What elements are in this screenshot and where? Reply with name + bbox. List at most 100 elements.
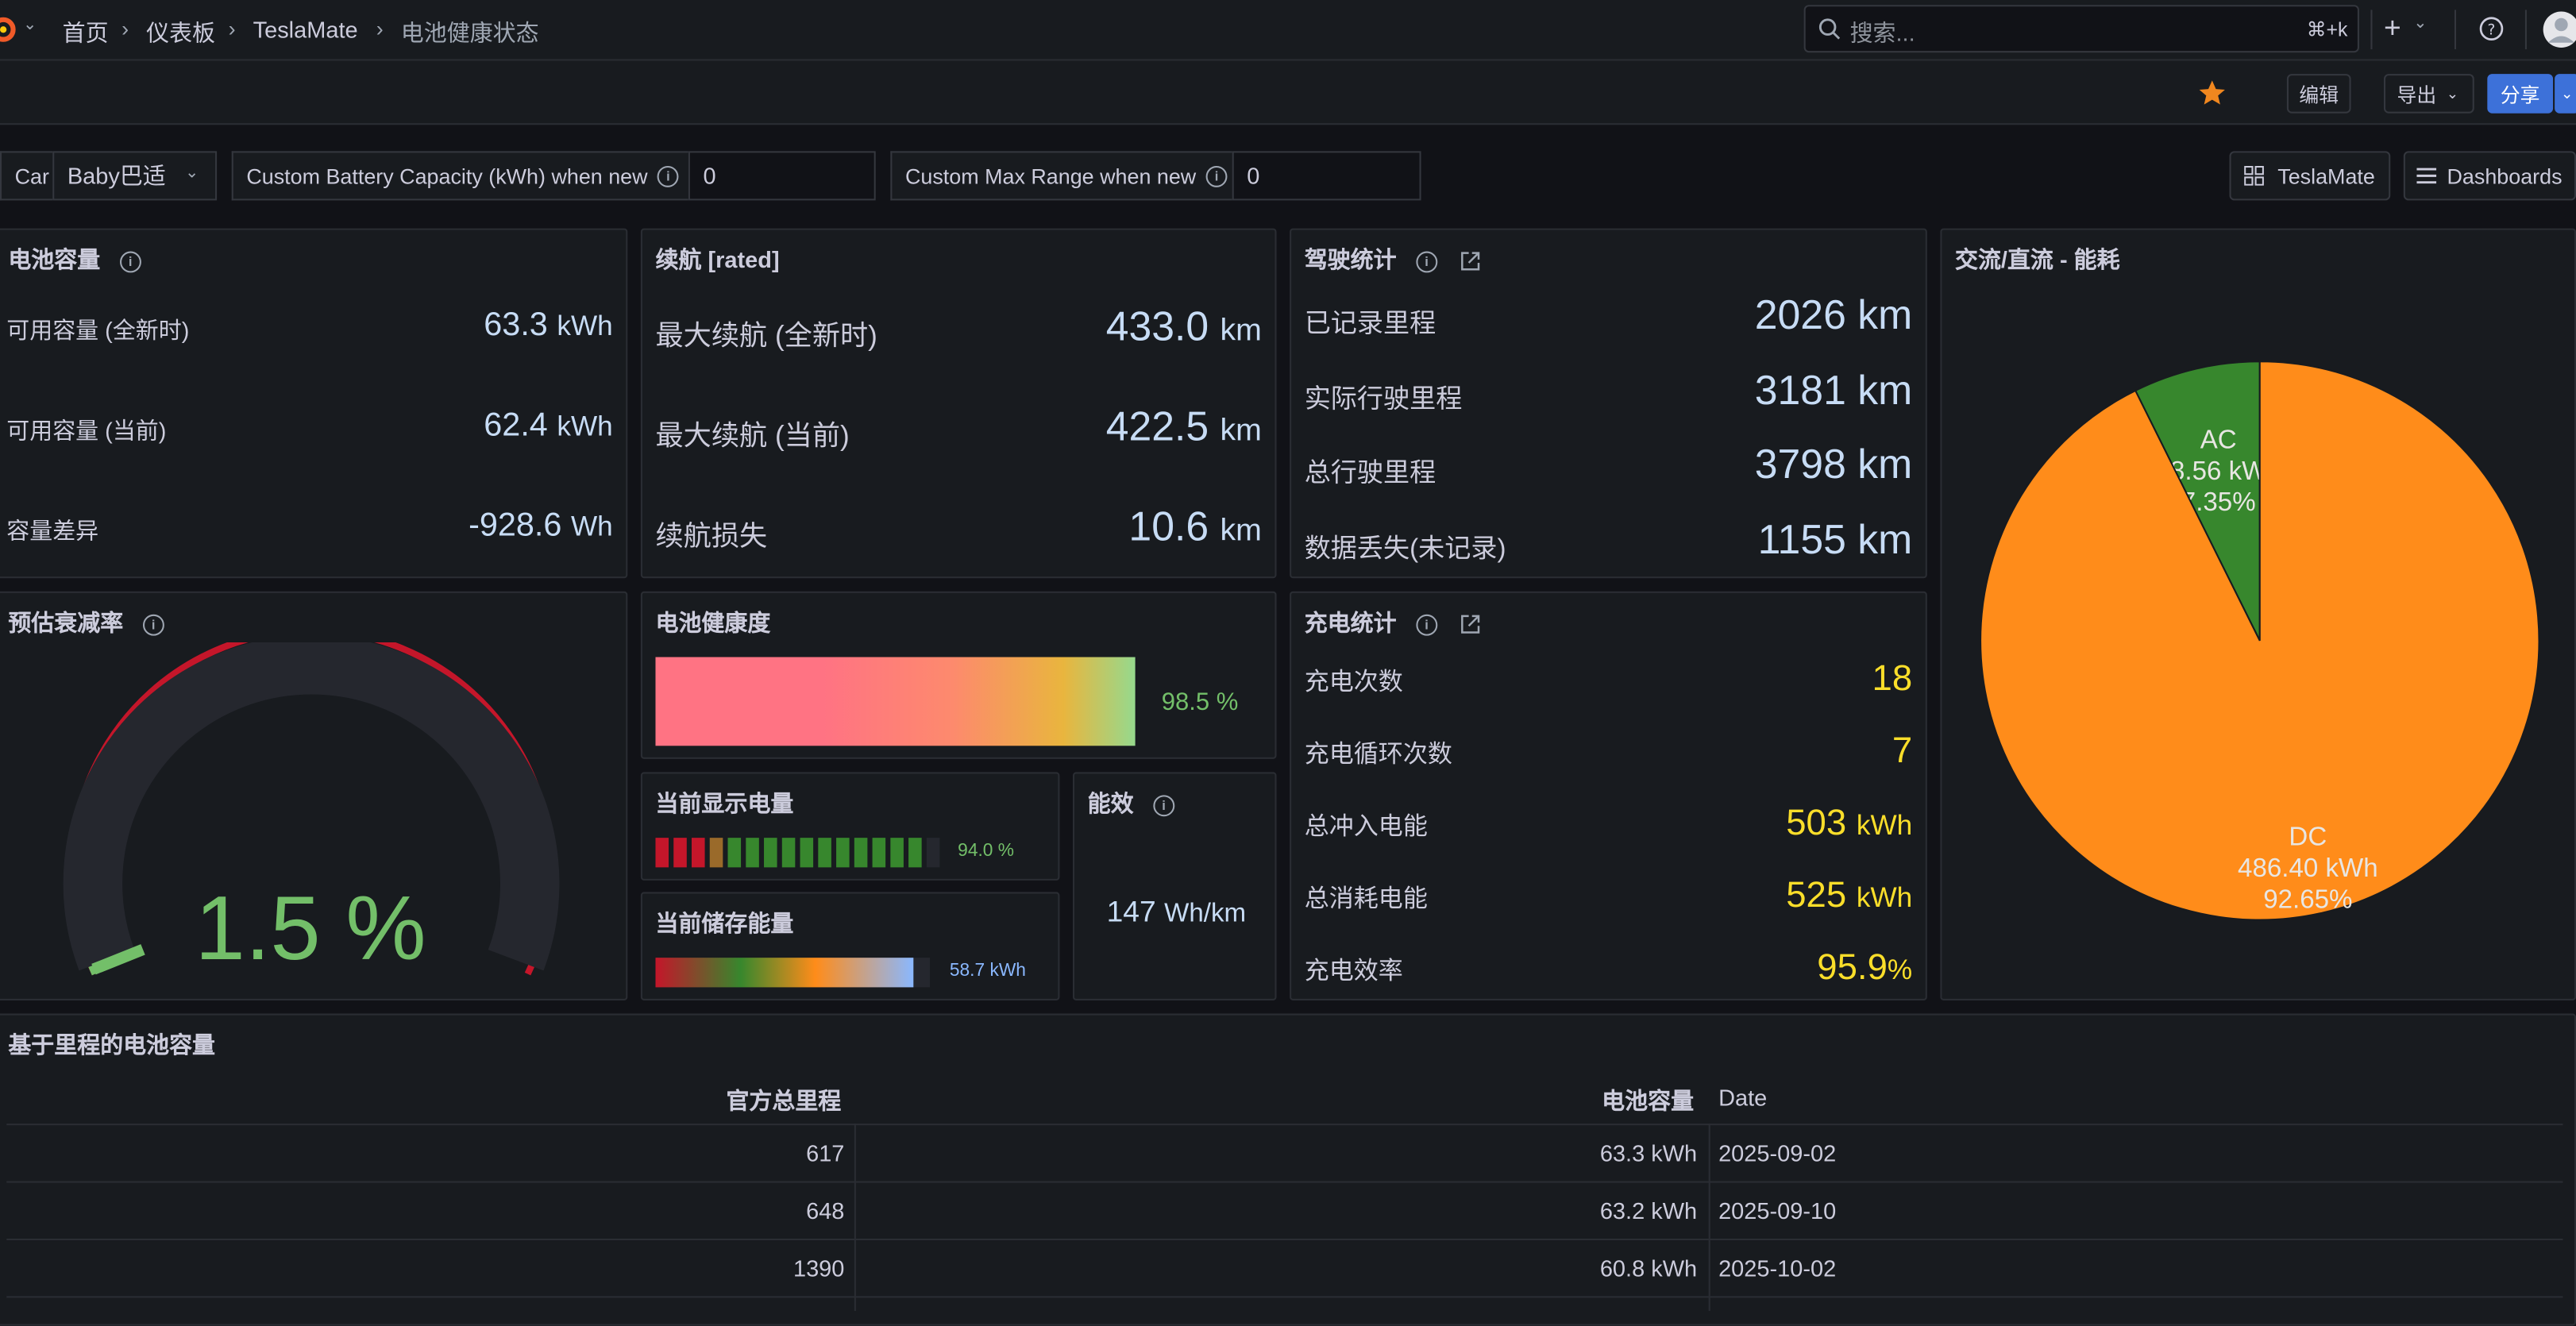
teslamate-link-button[interactable]: TeslaMate: [2229, 151, 2391, 201]
breadcrumb-folder[interactable]: TeslaMate: [253, 17, 358, 43]
driving-stats-panel: 驾驶统计 i 已记录里程 2026 km 实际行驶里程 3181 km 总行驶里…: [1290, 228, 1927, 579]
battery-health-value: 98.5 %: [1161, 688, 1239, 717]
soc-segment: [908, 838, 922, 868]
table-cell: 1390: [792, 1255, 845, 1282]
add-new-icon[interactable]: +: [2384, 11, 2401, 45]
breadcrumb-separator: ›: [376, 16, 384, 41]
breadcrumb-home[interactable]: 首页: [63, 17, 109, 49]
table-cell: 648: [806, 1197, 845, 1224]
range-label-text: Custom Max Range when new: [904, 163, 1197, 188]
external-link-icon[interactable]: [1460, 252, 1480, 272]
table-cell: 63.2 kWh: [1599, 1197, 1698, 1224]
info-icon[interactable]: i: [1153, 794, 1175, 816]
soc-segment: [781, 838, 796, 868]
panel-title: 电池健康度: [655, 609, 771, 636]
panel-title: 当前储存能量: [655, 910, 794, 937]
display-soc-panel: 当前显示电量 94.0 %: [640, 772, 1060, 881]
export-label: 导出: [2397, 83, 2437, 106]
capacity-label-text: Custom Battery Capacity (kWh) when new: [246, 163, 648, 188]
stored-energy-track: [655, 958, 930, 988]
table-row: 617 63.3 kWh 2025-09-02: [6, 1124, 2563, 1182]
chevron-down-icon: ⌄: [184, 164, 199, 183]
edit-button[interactable]: 编辑: [2286, 74, 2351, 114]
info-icon[interactable]: i: [657, 164, 679, 187]
efficiency-value: 147 Wh/km: [1106, 895, 1247, 928]
dashboard-toolbar: 编辑 导出 ⌄ 分享 ⌄: [0, 60, 2576, 125]
table-cell: 2025-09-10: [1718, 1197, 1837, 1224]
column-header-date[interactable]: Date: [1718, 1084, 1767, 1110]
search-icon: [1818, 18, 1841, 40]
soc-segment: [836, 838, 850, 868]
battery-capacity-panel: 电池容量 i 可用容量 (全新时) 63.3 kWh 可用容量 (当前) 62.…: [0, 228, 628, 579]
info-icon[interactable]: i: [1416, 614, 1438, 636]
stat-value: 95.9%: [1817, 946, 1913, 988]
dashboards-link-button[interactable]: Dashboards: [2403, 151, 2576, 201]
soc-segment: [800, 838, 814, 868]
search-shortcut: ⌘+k: [2306, 17, 2348, 41]
stat-value: 3798 km: [1754, 441, 1913, 488]
stat-value: 10.6 km: [1128, 504, 1262, 551]
stored-energy-fill: [655, 958, 914, 988]
soc-segment: [746, 838, 759, 868]
export-button[interactable]: 导出 ⌄: [2383, 74, 2474, 114]
pie-label-ac: AC: [2200, 426, 2237, 455]
info-icon[interactable]: i: [142, 614, 164, 636]
panel-title: 当前显示电量: [655, 790, 794, 817]
panel-title: 能效 i: [1088, 787, 1175, 819]
stat-label: 最大续航 (当前): [655, 420, 850, 452]
column-header-capacity[interactable]: 电池容量: [1602, 1084, 1694, 1116]
user-avatar-icon[interactable]: [2540, 8, 2576, 51]
stored-energy-panel: 当前储存能量 58.7 kWh: [640, 892, 1060, 1000]
efficiency-panel: 能效 i 147 Wh/km: [1072, 772, 1277, 1000]
panel-title: 续航 [rated]: [655, 246, 780, 273]
grafana-logo-icon[interactable]: [0, 15, 17, 44]
stat-label: 已记录里程: [1304, 310, 1436, 339]
stat-label: 可用容量 (当前): [6, 417, 167, 444]
info-icon[interactable]: i: [119, 251, 141, 273]
panel-title: 基于里程的电池容量: [8, 1031, 216, 1058]
stat-value: 2026 km: [1754, 292, 1913, 339]
column-header-mileage[interactable]: 官方总里程: [726, 1084, 841, 1116]
range-input[interactable]: 0: [1232, 151, 1421, 201]
battery-health-panel: 电池健康度 98.5 %: [640, 591, 1277, 759]
chevron-down-icon[interactable]: ⌄: [23, 17, 37, 35]
stat-value: 63.3 kWh: [484, 306, 613, 344]
top-nav-bar: ⌄ 首页 › 仪表板 › TeslaMate › 电池健康状态 搜索... ⌘+…: [0, 0, 2576, 61]
pie-label-dc: 92.65%: [2263, 885, 2352, 914]
breadcrumb-separator: ›: [228, 16, 236, 41]
stat-value: 1155 km: [1757, 517, 1913, 564]
battery-health-bar: [655, 657, 1135, 746]
variable-range-label: Custom Max Range when new i: [890, 151, 1232, 201]
soc-segment: [854, 838, 868, 868]
star-icon[interactable]: [2198, 79, 2226, 106]
help-icon[interactable]: ?: [2479, 17, 2504, 41]
stat-label: 充电次数: [1304, 669, 1403, 697]
panel-title: 交流/直流 - 能耗: [1954, 246, 2120, 273]
grid-icon: [2244, 165, 2265, 186]
breadcrumb-dashboards[interactable]: 仪表板: [146, 17, 215, 49]
stat-label: 数据丢失(未记录): [1304, 535, 1506, 564]
svg-text:?: ?: [2488, 21, 2496, 38]
stat-label: 实际行驶里程: [1304, 386, 1463, 414]
stat-label: 总消耗电能: [1304, 885, 1428, 914]
share-options-chevron-icon[interactable]: ⌄: [2555, 74, 2576, 114]
car-select[interactable]: Baby巴适 ⌄: [52, 151, 218, 201]
table-cell: 60.8 kWh: [1599, 1255, 1698, 1282]
share-button[interactable]: 分享: [2487, 74, 2554, 114]
info-icon[interactable]: i: [1416, 251, 1438, 273]
search-input[interactable]: 搜索... ⌘+k: [1803, 5, 2359, 53]
stored-energy-value: 58.7 kWh: [949, 961, 1026, 981]
capacity-input[interactable]: 0: [688, 151, 876, 201]
pie-label-dc: 486.40 kWh: [2238, 854, 2378, 883]
chevron-down-icon[interactable]: ⌄: [2413, 15, 2427, 33]
dashboards-link-label: Dashboards: [2447, 163, 2563, 188]
soc-segment: [692, 838, 705, 868]
range-panel: 续航 [rated] 最大续航 (全新时) 433.0 km 最大续航 (当前)…: [640, 228, 1277, 579]
breadcrumb-separator: ›: [121, 16, 129, 41]
panel-title: 预估衰减率 i: [8, 606, 164, 638]
external-link-icon[interactable]: [1460, 615, 1480, 634]
info-icon[interactable]: i: [1205, 164, 1228, 187]
pie-label-dc: DC: [2289, 823, 2327, 852]
pie-slice-dc[interactable]: [1980, 360, 2540, 921]
stat-label: 总行驶里程: [1304, 460, 1436, 488]
